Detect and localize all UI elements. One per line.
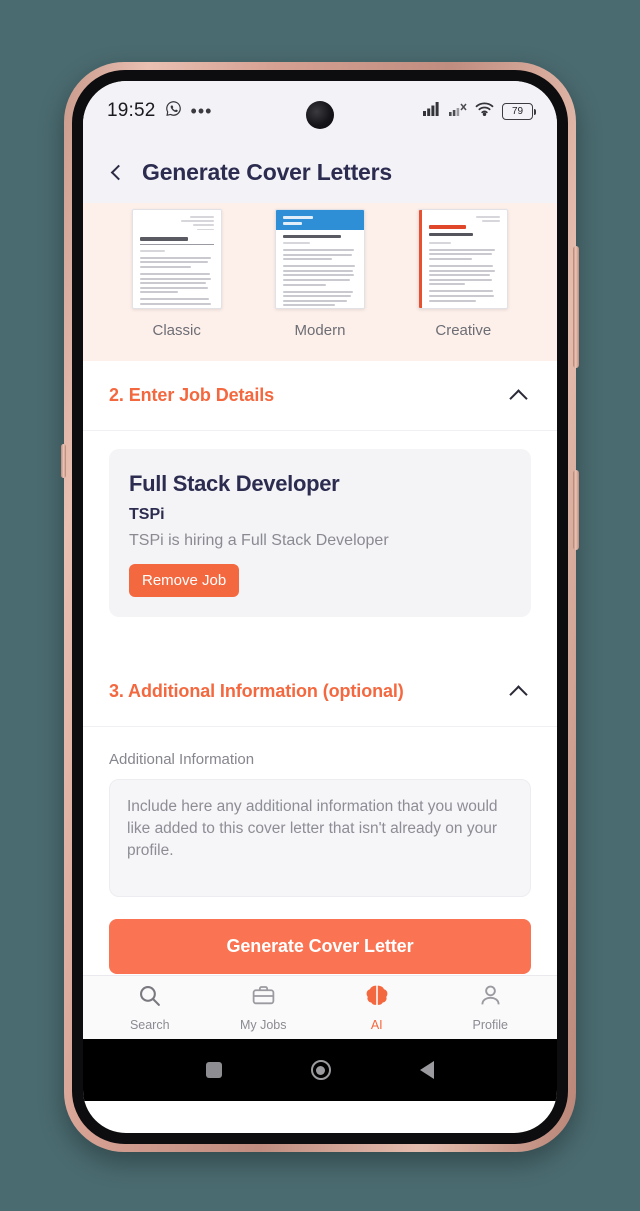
- template-option-classic[interactable]: Classic: [131, 209, 222, 339]
- job-description: TSPi is hiring a Full Stack Developer: [129, 532, 389, 549]
- template-option-creative[interactable]: Creative: [418, 209, 509, 339]
- signal-bars-icon: [423, 101, 441, 121]
- phone-screen: 19:52 ••• 79 Generate Cover Letters Clas…: [83, 81, 557, 1133]
- battery-indicator: 79: [502, 102, 536, 120]
- battery-level-text: 79: [511, 105, 524, 117]
- section-header-additional-information[interactable]: 3. Additional Information (optional): [83, 657, 557, 727]
- volume-button[interactable]: [573, 246, 579, 368]
- chevron-up-icon[interactable]: [509, 388, 528, 408]
- screenshot-root: 19:52 ••• 79 Generate Cover Letters Clas…: [0, 0, 640, 1211]
- additional-information-placeholder: Include here any additional information …: [127, 798, 498, 859]
- recents-square-icon[interactable]: [205, 1062, 222, 1078]
- nav-label: AI: [370, 1018, 383, 1032]
- person-icon: [478, 983, 503, 1013]
- job-title: Full Stack Developer: [129, 471, 340, 496]
- signal-no-sim-icon: [449, 101, 467, 121]
- brain-icon: [364, 983, 390, 1013]
- bottom-navigation: Search My Jobs AI Profile: [83, 975, 557, 1039]
- briefcase-icon: [251, 983, 276, 1013]
- power-button[interactable]: [573, 470, 579, 550]
- back-triangle-icon[interactable]: [420, 1061, 435, 1079]
- section-body-job-details: Full Stack Developer TSPi TSPi is hiring…: [83, 431, 557, 623]
- template-option-modern[interactable]: Modern: [274, 209, 365, 339]
- scroll-content[interactable]: Classic Modern Creative 2. Enter Job Det…: [83, 203, 557, 975]
- phone-device-frame: 19:52 ••• 79 Generate Cover Letters Clas…: [61, 62, 579, 1152]
- wifi-icon: [475, 101, 494, 121]
- left-side-button[interactable]: [61, 444, 66, 478]
- home-circle-icon[interactable]: [310, 1060, 331, 1080]
- section-header-job-details[interactable]: 2. Enter Job Details: [83, 361, 557, 431]
- section-spacer: [83, 623, 557, 657]
- status-time: 19:52: [107, 100, 156, 121]
- status-bar-left: 19:52 •••: [107, 100, 212, 122]
- page-title: Generate Cover Letters: [142, 158, 392, 185]
- nav-item-ai[interactable]: AI: [337, 983, 417, 1032]
- template-row: Classic Modern Creative: [83, 209, 557, 339]
- job-card: Full Stack Developer TSPi TSPi is hiring…: [109, 449, 531, 617]
- template-label: Modern: [294, 322, 346, 339]
- nav-label: Profile: [472, 1018, 508, 1032]
- nav-item-my-jobs[interactable]: My Jobs: [223, 983, 303, 1032]
- section-body-additional-information: Additional Information Include here any …: [83, 727, 557, 903]
- status-bar: 19:52 ••• 79: [83, 81, 557, 141]
- template-thumbnail-creative: [418, 209, 509, 309]
- template-label: Creative: [435, 322, 492, 339]
- template-thumbnail-classic: [131, 209, 222, 309]
- section-title: 2. Enter Job Details: [109, 385, 275, 405]
- chevron-up-icon[interactable]: [509, 684, 528, 704]
- android-navigation-bar: [83, 1039, 557, 1101]
- section-title: 3. Additional Information (optional): [109, 681, 404, 701]
- more-icon: •••: [190, 101, 213, 121]
- template-thumbnail-modern: [274, 209, 365, 309]
- back-arrow-icon[interactable]: [110, 164, 127, 180]
- nav-item-profile[interactable]: Profile: [450, 983, 530, 1032]
- whatsapp-icon: [165, 100, 182, 122]
- remove-job-button[interactable]: Remove Job: [129, 564, 240, 597]
- status-bar-right: 79: [423, 101, 536, 121]
- template-picker: Classic Modern Creative: [83, 203, 557, 361]
- template-label: Classic: [152, 322, 201, 339]
- additional-information-input[interactable]: Include here any additional information …: [109, 779, 531, 897]
- nav-label: My Jobs: [239, 1018, 287, 1032]
- nav-item-search[interactable]: Search: [110, 983, 190, 1032]
- cta-container: Generate Cover Letter: [83, 903, 557, 975]
- front-camera-punch-hole: [306, 101, 334, 129]
- additional-information-label: Additional Information: [109, 751, 255, 768]
- search-icon: [137, 983, 162, 1013]
- generate-cover-letter-button[interactable]: Generate Cover Letter: [109, 919, 531, 974]
- nav-label: Search: [129, 1018, 170, 1032]
- job-company: TSPi: [129, 506, 165, 523]
- app-header: Generate Cover Letters: [83, 141, 557, 203]
- phone-bezel: 19:52 ••• 79 Generate Cover Letters Clas…: [72, 70, 568, 1144]
